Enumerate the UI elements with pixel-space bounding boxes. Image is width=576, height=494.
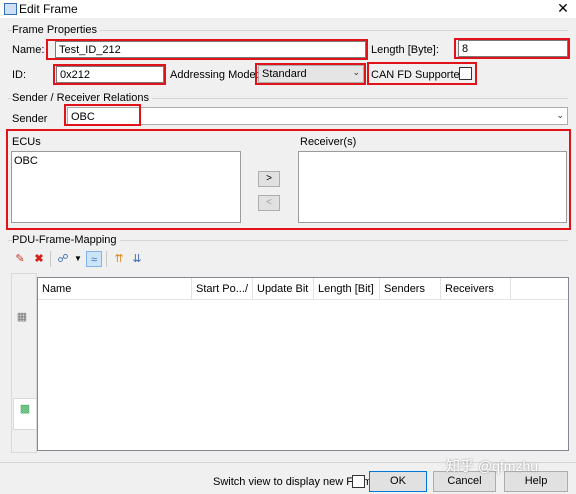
addressing-mode-label: Addressing Mode:	[170, 69, 259, 81]
sender-select[interactable]: ⌄	[67, 107, 568, 125]
canfd-label: CAN FD Supported:	[371, 69, 469, 81]
frame-properties-title: Frame Properties	[12, 24, 100, 36]
switch-view-checkbox[interactable]	[352, 475, 365, 488]
column-header-receivers[interactable]: Receivers	[441, 278, 511, 300]
edit-icon[interactable]: ✎	[12, 251, 28, 267]
sender-value: OBC	[71, 111, 95, 123]
list-item[interactable]: OBC	[12, 152, 240, 170]
watermark: 知乎 @qfmzhu	[446, 458, 539, 474]
receivers-label: Receiver(s)	[300, 136, 357, 148]
sender-receiver-title: Sender / Receiver Relations	[12, 92, 152, 104]
chevron-down-icon: ⌄	[556, 110, 564, 120]
length-input[interactable]: 8	[458, 40, 568, 57]
view-icon[interactable]: ≈	[86, 251, 102, 267]
columns-icon: ▩	[19, 403, 31, 415]
id-label: ID:	[12, 69, 27, 81]
chevron-down-icon[interactable]: ▼	[70, 251, 86, 267]
remove-receiver-button[interactable]: <	[258, 195, 280, 211]
ok-button[interactable]: OK	[369, 471, 427, 492]
column-header-length-bit[interactable]: Length [Bit]	[314, 278, 380, 300]
delete-icon[interactable]: ✖	[31, 251, 47, 267]
table-icon[interactable]: ▦	[14, 309, 30, 325]
add-receiver-button[interactable]: >	[258, 171, 280, 187]
addressing-mode-value: Standard	[262, 68, 307, 80]
ecus-list[interactable]: OBC	[11, 151, 241, 223]
canfd-checkbox[interactable]	[459, 67, 472, 80]
sort-up-icon[interactable]: ⇈	[111, 251, 127, 267]
ecus-label: ECUs	[12, 136, 41, 148]
pdu-mapping-grid[interactable]	[37, 277, 569, 451]
name-label: Name:	[12, 44, 45, 56]
close-icon[interactable]: ✕	[555, 0, 571, 17]
app-icon	[4, 3, 17, 15]
receivers-list[interactable]	[298, 151, 567, 223]
column-header-start-position-label: Start Po...	[196, 283, 245, 295]
toolbar-separator	[106, 251, 107, 267]
pdu-mapping-title: PDU-Frame-Mapping	[12, 234, 120, 246]
sender-label: Sender	[12, 113, 48, 125]
length-label: Length [Byte]:	[371, 44, 439, 56]
sort-down-icon[interactable]: ⇊	[129, 251, 145, 267]
sort-indicator-icon: /	[244, 283, 248, 295]
column-header-update-bit[interactable]: Update Bit	[253, 278, 314, 300]
chevron-down-icon: ⌄	[352, 67, 360, 77]
id-input[interactable]: 0x212	[56, 66, 164, 83]
name-input[interactable]: Test_ID_212	[55, 41, 366, 58]
window-title: Edit Frame	[19, 2, 78, 16]
column-header-name[interactable]: Name	[38, 278, 192, 300]
link-icon[interactable]: ☍	[55, 251, 71, 267]
addressing-mode-select[interactable]: Standard ⌄	[258, 65, 364, 83]
title-bar	[0, 0, 576, 18]
column-header-senders[interactable]: Senders	[380, 278, 441, 300]
toolbar-separator	[50, 251, 51, 267]
column-header-start-position[interactable]: Start Po... /	[192, 278, 253, 300]
